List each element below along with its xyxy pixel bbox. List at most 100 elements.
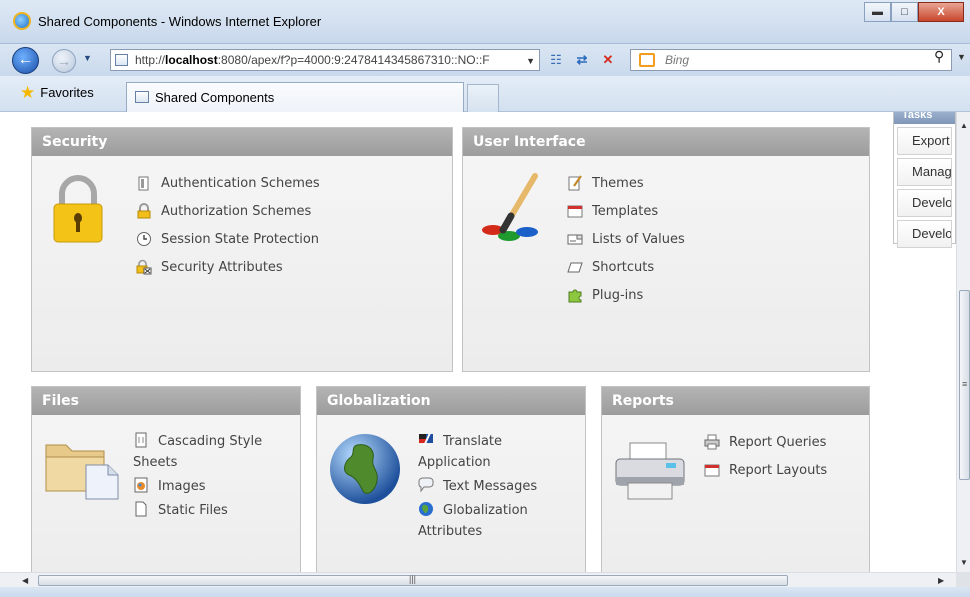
link-label: Text Messages bbox=[443, 479, 538, 494]
scroll-down-icon[interactable]: ▼ bbox=[960, 558, 968, 567]
scroll-up-icon[interactable]: ▲ bbox=[960, 121, 968, 130]
address-dropdown-icon[interactable]: ▼ bbox=[526, 56, 535, 66]
link-authorization-schemes[interactable]: Authorization Schemes bbox=[136, 202, 320, 221]
flags-icon bbox=[419, 432, 433, 447]
horizontal-scrollbar[interactable]: ◀ ||| ▶ bbox=[0, 572, 956, 587]
minimize-button[interactable]: ▬ bbox=[864, 2, 891, 22]
globe-icon bbox=[330, 434, 400, 504]
status-bar bbox=[0, 587, 970, 597]
compatibility-view-icon[interactable]: ☷ bbox=[546, 50, 566, 70]
link-label: Session State Protection bbox=[161, 232, 320, 247]
search-placeholder: Bing bbox=[665, 53, 690, 67]
link-label: Authentication Schemes bbox=[161, 176, 320, 191]
grip-icon: ≡ bbox=[962, 379, 968, 389]
tasks-panel: Tasks Export Manag Develo Develo bbox=[893, 112, 956, 248]
puzzle-piece-icon bbox=[568, 289, 582, 303]
region-title: Files bbox=[32, 387, 300, 415]
link-report-queries[interactable]: Report Queries bbox=[704, 433, 827, 452]
tab-label: Shared Components bbox=[155, 90, 275, 105]
link-lists-of-values[interactable]: Lists of Values bbox=[567, 230, 685, 249]
ie-logo-icon bbox=[13, 12, 31, 30]
link-report-layouts[interactable]: Report Layouts bbox=[704, 461, 827, 480]
search-dropdown-icon[interactable]: ▼ bbox=[957, 52, 966, 62]
window-controls: ▬ □ X bbox=[864, 2, 964, 22]
star-icon: ★ bbox=[20, 82, 36, 102]
link-globalization-attributes[interactable]: Globalization Attributes bbox=[418, 500, 578, 542]
region-title: User Interface bbox=[463, 128, 869, 156]
forward-button[interactable]: → bbox=[52, 49, 76, 73]
scroll-right-icon[interactable]: ▶ bbox=[938, 576, 944, 585]
address-url[interactable]: http://localhost:8080/apex/f?p=4000:9:24… bbox=[135, 53, 520, 67]
link-authentication-schemes[interactable]: Authentication Schemes bbox=[136, 174, 320, 193]
link-label: Static Files bbox=[158, 503, 228, 518]
vertical-scrollbar[interactable]: ▲ ≡ ▼ bbox=[956, 112, 970, 572]
shortcut-icon bbox=[567, 262, 583, 273]
search-icon[interactable]: ⚲ bbox=[934, 48, 944, 65]
printer-icon bbox=[615, 442, 685, 500]
tasks-title: Tasks bbox=[894, 112, 955, 124]
link-static-files[interactable]: Static Files bbox=[133, 500, 293, 521]
region-security: Security Authentication Schemes Authoriz… bbox=[31, 127, 453, 372]
favorites-button[interactable]: ★ Favorites bbox=[20, 82, 94, 102]
back-button[interactable]: ← bbox=[12, 47, 39, 74]
authentication-icon bbox=[138, 176, 149, 191]
scroll-left-icon[interactable]: ◀ bbox=[22, 576, 28, 585]
task-developer-2[interactable]: Develo bbox=[897, 220, 952, 248]
vertical-scroll-thumb[interactable]: ≡ bbox=[959, 290, 970, 480]
small-printer-icon bbox=[704, 434, 720, 450]
lock-icon bbox=[137, 203, 151, 219]
recent-pages-dropdown-icon[interactable]: ▼ bbox=[83, 53, 92, 63]
static-file-icon bbox=[135, 501, 147, 517]
page-content: Security Authentication Schemes Authoriz… bbox=[0, 112, 956, 572]
speech-bubble-icon bbox=[418, 477, 434, 493]
small-globe-icon bbox=[419, 502, 433, 516]
paint-brush-icon bbox=[482, 173, 538, 241]
region-files: Files Cascading Style Sheets Images Stat… bbox=[31, 386, 301, 572]
templates-icon bbox=[567, 205, 583, 218]
task-export[interactable]: Export bbox=[897, 127, 952, 155]
link-shortcuts[interactable]: Shortcuts bbox=[567, 258, 685, 277]
link-themes[interactable]: Themes bbox=[567, 174, 685, 193]
link-label: Globalization Attributes bbox=[418, 503, 528, 539]
list-of-values-icon bbox=[567, 234, 583, 245]
scroll-corner bbox=[956, 572, 970, 587]
address-bar[interactable]: http://localhost:8080/apex/f?p=4000:9:24… bbox=[110, 49, 540, 71]
link-templates[interactable]: Templates bbox=[567, 202, 685, 221]
tab-shared-components[interactable]: Shared Components bbox=[126, 82, 464, 112]
link-images[interactable]: Images bbox=[133, 476, 293, 497]
region-globalization: Globalization Translate Application Text… bbox=[316, 386, 586, 572]
region-title: Security bbox=[32, 128, 452, 156]
favorites-bar: ★ Favorites Shared Components bbox=[0, 76, 970, 112]
css-file-icon bbox=[135, 432, 147, 448]
link-cascading-style-sheets[interactable]: Cascading Style Sheets bbox=[133, 431, 293, 473]
link-translate-application[interactable]: Translate Application bbox=[418, 431, 578, 473]
task-developer-1[interactable]: Develo bbox=[897, 189, 952, 217]
task-manage[interactable]: Manag bbox=[897, 158, 952, 186]
clock-icon bbox=[137, 232, 151, 246]
report-layout-icon bbox=[704, 464, 720, 477]
title-bar: Shared Components - Windows Internet Exp… bbox=[0, 0, 970, 44]
link-label: Images bbox=[158, 479, 206, 494]
horizontal-scroll-thumb[interactable]: ||| bbox=[38, 574, 788, 586]
link-label: Plug-ins bbox=[592, 288, 644, 303]
link-plug-ins[interactable]: Plug-ins bbox=[567, 286, 685, 305]
link-text-messages[interactable]: Text Messages bbox=[418, 476, 578, 497]
maximize-button[interactable]: □ bbox=[891, 2, 918, 22]
search-box[interactable]: Bing bbox=[630, 49, 952, 71]
new-tab-button[interactable] bbox=[467, 84, 499, 112]
region-title: Reports bbox=[602, 387, 869, 415]
refresh-icon[interactable]: ⇄ bbox=[572, 50, 592, 70]
link-label: Shortcuts bbox=[592, 260, 655, 275]
link-session-state-protection[interactable]: Session State Protection bbox=[136, 230, 320, 249]
nav-tools: ☷ ⇄ ✕ bbox=[546, 50, 618, 70]
region-title: Globalization bbox=[317, 387, 585, 415]
folder-icon bbox=[45, 444, 119, 500]
favorites-label: Favorites bbox=[40, 85, 94, 100]
themes-icon bbox=[568, 175, 582, 191]
security-attributes-icon bbox=[136, 259, 152, 275]
link-label: Security Attributes bbox=[161, 260, 283, 275]
link-security-attributes[interactable]: Security Attributes bbox=[136, 258, 320, 277]
page-icon bbox=[115, 54, 128, 66]
close-button[interactable]: X bbox=[918, 2, 964, 22]
stop-icon[interactable]: ✕ bbox=[598, 50, 618, 70]
